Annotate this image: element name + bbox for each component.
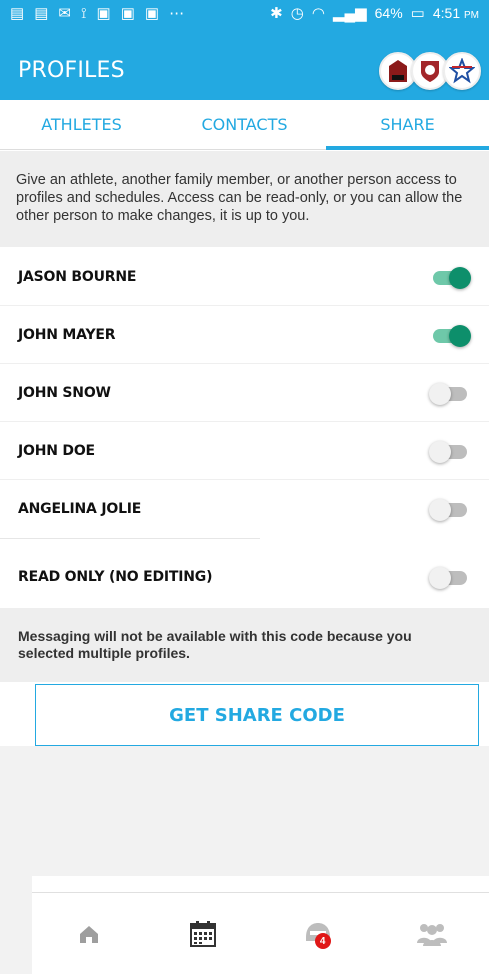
alarm-icon: ◷ (290, 4, 304, 22)
read-only-row[interactable]: READ ONLY (NO EDITING) (0, 548, 489, 606)
profile-row[interactable]: JOHN DOE (0, 422, 489, 480)
profile-toggle[interactable] (429, 265, 471, 289)
profile-row[interactable]: JOHN MAYER (0, 306, 489, 364)
gmail-icon-2: ▣ (120, 4, 135, 22)
wifi-icon: ◠ (311, 4, 325, 22)
notes-icon: ▤ (10, 4, 25, 22)
app-bar: ▤ ▤ ✉ ⟟ ▣ ▣ ▣ ⋯ ✱ ◷ ◠ ▂▄▆ 64% ▭ 4:51 PM … (0, 0, 489, 100)
empty-area (0, 746, 489, 876)
read-only-section: READ ONLY (NO EDITING) (0, 548, 489, 606)
get-share-code-button[interactable]: GET SHARE CODE (35, 684, 479, 746)
signal-icon: ▂▄▆ (332, 4, 367, 22)
share-description: Give an athlete, another family member, … (0, 151, 489, 247)
profile-toggle[interactable] (429, 497, 471, 521)
notes-icon-2: ▤ (34, 4, 49, 22)
status-bar: ▤ ▤ ✉ ⟟ ▣ ▣ ▣ ⋯ ✱ ◷ ◠ ▂▄▆ 64% ▭ 4:51 PM (0, 0, 489, 26)
mail-icon: ✉ (58, 4, 71, 22)
bottom-nav: 4 (32, 892, 489, 974)
profile-toggle[interactable] (429, 323, 471, 347)
read-only-toggle[interactable] (429, 565, 471, 589)
profile-toggle[interactable] (429, 439, 471, 463)
profile-row[interactable]: JASON BOURNE (0, 248, 489, 306)
profile-name: JOHN DOE (18, 442, 95, 459)
profile-name: JASON BOURNE (18, 268, 137, 285)
profile-toggle[interactable] (429, 381, 471, 405)
notification-badge: 4 (314, 933, 331, 949)
home-icon (80, 925, 99, 943)
tab-bar: ATHLETES CONTACTS SHARE (0, 100, 489, 150)
calendar-icon (190, 920, 217, 947)
profile-row[interactable]: JOHN SNOW (0, 364, 489, 422)
nav-home[interactable] (32, 893, 146, 974)
profile-name: JOHN SNOW (18, 384, 111, 401)
more-icon: ⋯ (169, 4, 185, 22)
clock: 4:51 PM (432, 5, 479, 21)
tab-contacts[interactable]: CONTACTS (163, 100, 326, 149)
tab-share[interactable]: SHARE (326, 100, 489, 150)
bottom-shade (0, 874, 32, 974)
profile-name: JOHN MAYER (18, 326, 116, 343)
page-title: PROFILES (18, 58, 125, 83)
tab-athletes[interactable]: ATHLETES (0, 100, 163, 149)
profile-name: ANGELINA JOLIE (18, 501, 142, 517)
profile-list: JASON BOURNE JOHN MAYER JOHN SNOW JOHN D… (0, 248, 489, 539)
team-icon (416, 923, 447, 946)
list-divider (0, 538, 260, 539)
read-only-label: READ ONLY (NO EDITING) (18, 569, 213, 585)
profile-row[interactable]: ANGELINA JOLIE (0, 480, 489, 538)
gmail-icon-3: ▣ (144, 4, 160, 22)
nav-calendar[interactable] (146, 893, 260, 974)
bluetooth-icon: ✱ (270, 4, 283, 22)
team-logo-3[interactable] (443, 52, 481, 90)
battery-icon: ▭ (410, 4, 425, 22)
messaging-note: Messaging will not be available with thi… (0, 608, 489, 682)
nav-team[interactable] (375, 893, 489, 974)
nav-helmet[interactable]: 4 (261, 893, 375, 974)
team-logos[interactable] (379, 52, 481, 90)
gmail-icon: ▣ (96, 4, 111, 22)
signal-tower-icon: ⟟ (80, 4, 87, 22)
battery-percent: 64% (374, 5, 403, 21)
